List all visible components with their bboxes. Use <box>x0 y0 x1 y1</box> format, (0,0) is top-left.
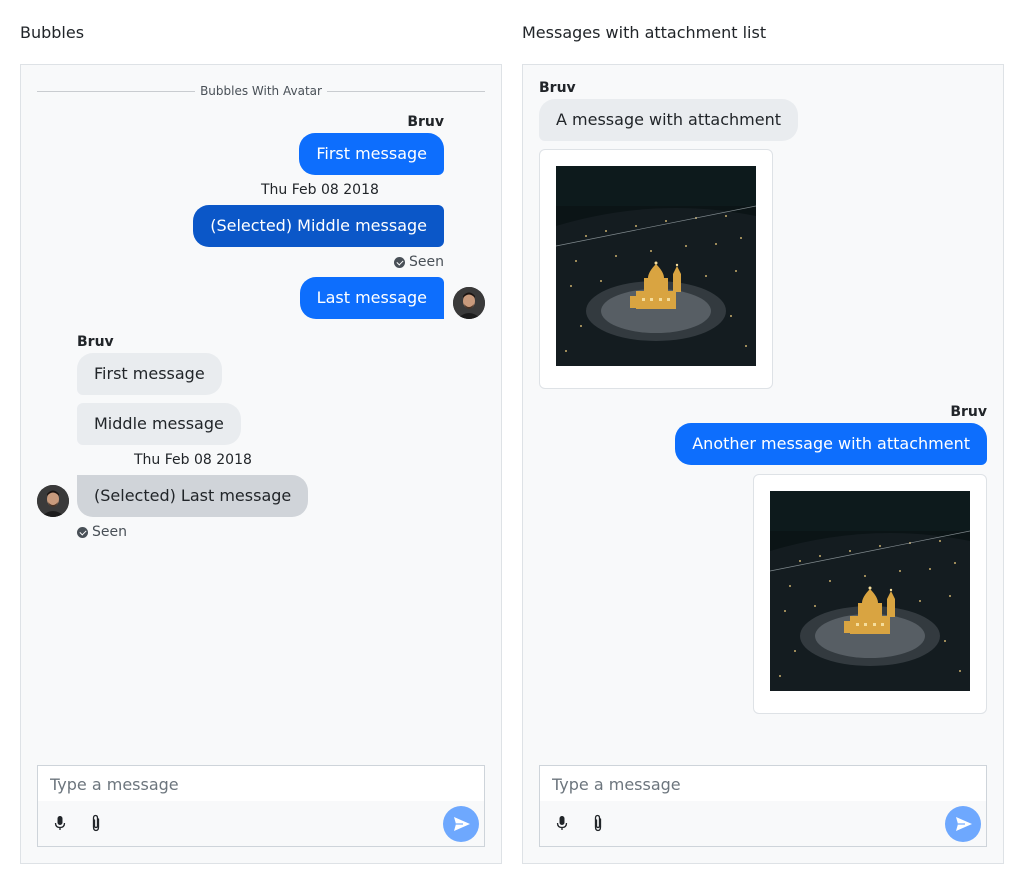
chat-panel-attachments: Bruv A message with attachment Bruv Anot… <box>522 64 1004 864</box>
section-title-bubbles: Bubbles <box>20 23 85 42</box>
send-icon <box>945 806 981 842</box>
chat-panel-bubbles: Bubbles With Avatar Bruv First message T… <box>20 64 502 864</box>
attachment-image <box>556 166 756 366</box>
message-input[interactable] <box>38 766 484 802</box>
message-timestamp: Thu Feb 08 2018 <box>134 452 252 468</box>
microphone-icon[interactable] <box>552 813 572 833</box>
composer-toolbar <box>38 801 484 846</box>
paperclip-icon[interactable] <box>86 813 106 833</box>
attachment-card[interactable] <box>539 149 773 389</box>
message-bubble-outgoing[interactable]: Last message <box>299 277 444 319</box>
send-icon <box>443 806 479 842</box>
send-button[interactable] <box>443 806 479 842</box>
message-input-wrapper <box>540 766 986 802</box>
message-bubble-incoming[interactable]: A message with attachment <box>539 99 798 141</box>
section-title-attachments: Messages with attachment list <box>522 23 767 42</box>
seen-status: Seen <box>394 254 444 270</box>
message-bubble-incoming[interactable]: Middle message <box>77 403 241 445</box>
attachment-image <box>770 491 970 691</box>
message-bubble-outgoing-selected[interactable]: (Selected) Middle message <box>193 205 444 247</box>
microphone-icon[interactable] <box>50 813 70 833</box>
divider-line <box>37 90 196 92</box>
divider-label: Bubbles With Avatar <box>200 84 322 98</box>
message-timestamp: Thu Feb 08 2018 <box>261 182 379 198</box>
message-composer <box>539 765 987 847</box>
sender-name: Bruv <box>950 404 987 420</box>
sender-name: Bruv <box>407 114 444 130</box>
check-circle-icon <box>394 256 405 268</box>
check-circle-icon <box>77 526 88 538</box>
send-button[interactable] <box>945 806 981 842</box>
avatar <box>453 287 485 319</box>
message-bubble-outgoing[interactable]: Another message with attachment <box>675 423 987 465</box>
sender-name: Bruv <box>77 334 114 350</box>
divider-line <box>326 90 485 92</box>
seen-label: Seen <box>409 254 444 270</box>
message-bubble-incoming-selected[interactable]: (Selected) Last message <box>77 475 309 517</box>
composer-toolbar <box>540 801 986 846</box>
attachment-card[interactable] <box>753 474 987 714</box>
sender-name: Bruv <box>539 80 576 96</box>
message-composer <box>37 765 485 847</box>
message-divider: Bubbles With Avatar <box>37 83 485 99</box>
message-input-wrapper <box>38 766 484 802</box>
message-input[interactable] <box>540 766 986 802</box>
avatar <box>37 485 69 517</box>
message-bubble-incoming[interactable]: First message <box>77 353 222 395</box>
seen-label: Seen <box>92 524 127 540</box>
seen-status: Seen <box>77 524 127 540</box>
message-bubble-outgoing[interactable]: First message <box>299 133 444 175</box>
paperclip-icon[interactable] <box>588 813 608 833</box>
